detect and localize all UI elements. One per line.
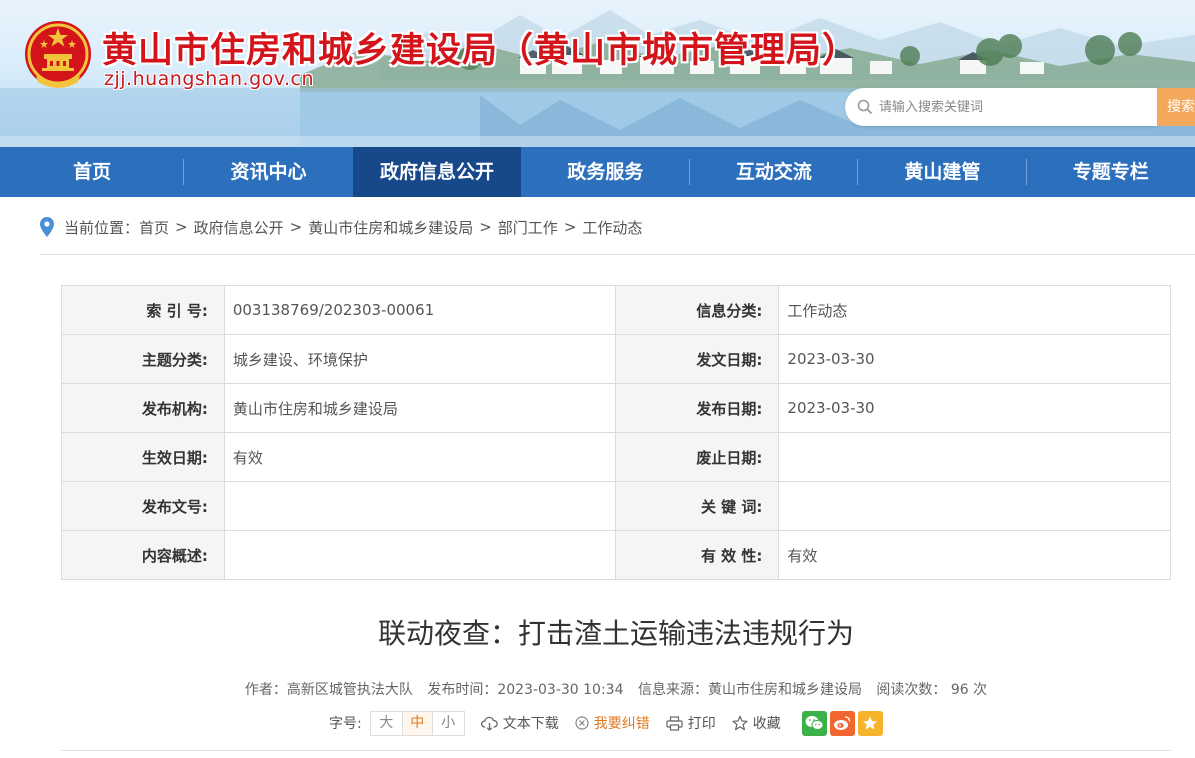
divider (61, 750, 1171, 751)
font-size-label: 字号: (329, 716, 362, 732)
print-button[interactable]: 打印 (666, 713, 716, 733)
publisher-label: 发布机构: (61, 383, 225, 433)
keywords-value (778, 481, 1171, 531)
breadcrumb-dept-work[interactable]: 部门工作 (498, 217, 558, 238)
breadcrumb-separator: > (175, 218, 188, 236)
issue-date-label: 发文日期: (614, 334, 780, 384)
breadcrumb-separator: > (289, 218, 303, 236)
article-meta: 作者：高新区城管执法大队 发布时间：2023-03-30 10:34 信息来源：… (0, 679, 1195, 699)
breadcrumb-gov-info[interactable]: 政府信息公开 (194, 217, 284, 238)
breadcrumb-home[interactable]: 首页 (139, 217, 169, 238)
search-box (845, 88, 1157, 126)
nav-item-news[interactable]: 资讯中心 (184, 147, 352, 197)
nav-item-construction[interactable]: 黄山建管 (858, 147, 1027, 197)
nav-item-label: 首页 (73, 161, 112, 183)
nav-item-label: 黄山建管 (904, 161, 981, 183)
site-header: 黄山市住房和城乡建设局（黄山市城市管理局） zjj.huangshan.gov.… (0, 0, 1195, 147)
printer-icon (666, 715, 683, 731)
article-views: 阅读次数： 96 次 (876, 682, 988, 698)
weibo-share-button[interactable] (829, 710, 855, 736)
divider (40, 254, 1195, 255)
font-medium-button[interactable]: 中 (401, 711, 433, 735)
search-button[interactable]: 搜索 (1157, 88, 1195, 126)
favorite-label: 收藏 (752, 716, 781, 732)
article-source: 信息来源：黄山市住房和城乡建设局 (637, 682, 862, 698)
article-toolbar: 字号: 大 中 小 文本下载 我要纠错 打印 收藏 (329, 710, 883, 736)
document-number-value (223, 481, 616, 531)
table-row: 主题分类: 城乡建设、环境保护 发文日期: 2023-03-30 (61, 334, 1171, 384)
issue-date-value: 2023-03-30 (778, 334, 1171, 384)
nav-item-interaction[interactable]: 互动交流 (690, 147, 859, 197)
main-nav: 首页 资讯中心 政府信息公开 政务服务 互动交流 黄山建管 专题专栏 (0, 147, 1195, 197)
favorite-button[interactable]: 收藏 (732, 713, 781, 733)
article-publish-time: 发布时间：2023-03-30 10:34 (427, 682, 624, 698)
validity-value: 有效 (778, 530, 1171, 580)
download-text-label: 文本下载 (502, 716, 559, 732)
validity-label: 有 效 性: (614, 530, 780, 580)
info-category-label: 信息分类: (614, 285, 780, 335)
breadcrumb-separator: > (479, 218, 492, 236)
nav-item-services[interactable]: 政务服务 (521, 147, 690, 197)
cloud-download-icon (480, 716, 498, 731)
national-emblem-icon (25, 21, 91, 88)
breadcrumb-bureau[interactable]: 黄山市住房和城乡建设局 (308, 217, 473, 238)
article-title: 联动夜查：打击渣土运输违法违规行为 (377, 617, 854, 650)
publisher-value: 黄山市住房和城乡建设局 (223, 383, 616, 433)
download-text-button[interactable]: 文本下载 (480, 713, 559, 733)
qzone-share-button[interactable] (857, 710, 883, 736)
table-row: 内容概述: 有 效 性: 有效 (61, 530, 1171, 580)
print-label: 打印 (687, 716, 716, 732)
breadcrumb-prefix: 当前位置： (64, 218, 140, 237)
expiry-date-value (778, 432, 1171, 482)
site-title: 黄山市住房和城乡建设局（黄山市城市管理局） (102, 31, 859, 71)
nav-item-home[interactable]: 首页 (0, 147, 185, 197)
table-row: 索 引 号: 003138769/202303-00061 信息分类: 工作动态 (61, 285, 1171, 335)
search-icon (857, 99, 873, 115)
nav-item-label: 资讯中心 (230, 161, 307, 183)
star-outline-icon (732, 715, 748, 731)
report-error-label: 我要纠错 (593, 716, 650, 732)
summary-label: 内容概述: (61, 530, 225, 580)
site-url: zjj.huangshan.gov.cn (104, 68, 315, 90)
wechat-share-button[interactable] (801, 710, 827, 736)
report-error-button[interactable]: 我要纠错 (575, 713, 650, 733)
table-row: 发布文号: 关 键 词: (61, 481, 1171, 531)
table-row: 发布机构: 黄山市住房和城乡建设局 发布日期: 2023-03-30 (61, 383, 1171, 433)
info-category-value: 工作动态 (778, 285, 1171, 335)
share-buttons (799, 710, 883, 736)
info-table: 索 引 号: 003138769/202303-00061 信息分类: 工作动态… (61, 285, 1171, 580)
index-number-label: 索 引 号: (61, 285, 225, 335)
breadcrumb-work-news[interactable]: 工作动态 (582, 217, 642, 238)
font-size-switcher: 大 中 小 (369, 710, 465, 736)
article-author: 作者：高新区城管执法大队 (244, 682, 413, 698)
topic-category-value: 城乡建设、环境保护 (223, 334, 616, 384)
nav-item-label: 政务服务 (567, 161, 644, 183)
expiry-date-label: 废止日期: (614, 432, 780, 482)
document-number-label: 发布文号: (61, 481, 225, 531)
keywords-label: 关 键 词: (614, 481, 780, 531)
nav-item-label: 政府信息公开 (379, 161, 494, 183)
weibo-icon (834, 716, 851, 730)
breadcrumb: 当前位置： 首页 > 政府信息公开 > 黄山市住房和城乡建设局 > 部门工作 >… (40, 215, 642, 239)
topic-category-label: 主题分类: (61, 334, 225, 384)
wechat-icon (805, 716, 824, 731)
font-large-button[interactable]: 大 (371, 712, 402, 735)
nav-item-gov-info[interactable]: 政府信息公开 (352, 147, 522, 197)
nav-item-label: 互动交流 (735, 161, 812, 183)
breadcrumb-separator: > (563, 218, 577, 236)
font-small-button[interactable]: 小 (433, 712, 464, 735)
effective-date-value: 有效 (223, 432, 616, 482)
nav-item-topics[interactable]: 专题专栏 (1027, 147, 1195, 197)
nav-item-label: 专题专栏 (1072, 161, 1149, 183)
index-number-value: 003138769/202303-00061 (223, 285, 616, 335)
publish-date-value: 2023-03-30 (778, 383, 1171, 433)
error-circle-icon (575, 716, 589, 730)
summary-value (223, 530, 616, 580)
table-row: 生效日期: 有效 废止日期: (61, 432, 1171, 482)
qzone-star-icon (863, 716, 878, 730)
effective-date-label: 生效日期: (61, 432, 225, 482)
publish-date-label: 发布日期: (614, 383, 780, 433)
search-input[interactable] (879, 99, 1149, 115)
location-pin-icon (40, 217, 54, 237)
